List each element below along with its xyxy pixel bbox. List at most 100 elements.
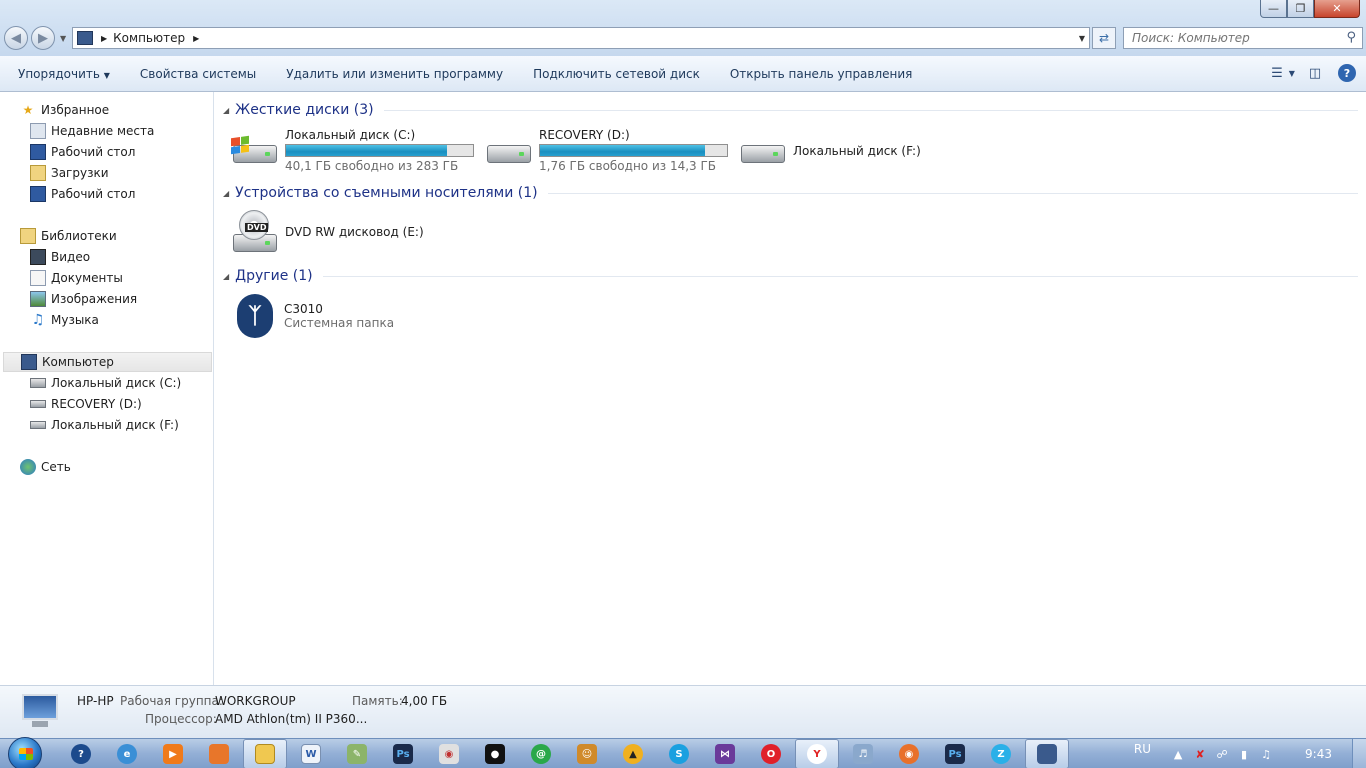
close-button[interactable]: ✕	[1314, 0, 1360, 18]
panda-icon: ●	[485, 744, 505, 764]
sidebar-item-computer[interactable]: Компьютер	[3, 352, 212, 372]
sidebar-item-music[interactable]: ♫ Музыка	[0, 310, 213, 330]
group-header-hard-drives[interactable]: ◢ Жесткие диски (3)	[223, 100, 1358, 120]
people-icon: ☺	[577, 744, 597, 764]
open-control-panel-button[interactable]: Открыть панель управления	[715, 67, 928, 81]
drive-tile-f[interactable]: Локальный диск (F:)	[739, 131, 921, 171]
yandex-browser-icon: Y	[807, 744, 827, 764]
breadcrumb-separator-icon[interactable]: ▶	[101, 34, 107, 43]
collapse-triangle-icon[interactable]: ◢	[223, 106, 229, 115]
sidebar-item-desktop[interactable]: Рабочий стол	[0, 142, 213, 162]
windows-orb-icon	[8, 737, 42, 768]
uninstall-program-button[interactable]: Удалить или изменить программу	[271, 67, 518, 81]
device-name: C3010	[284, 302, 323, 316]
recent-pages-dropdown[interactable]: ▼	[60, 34, 66, 43]
back-button[interactable]: ◀	[4, 26, 28, 50]
taskbar-yandex[interactable]: Y	[795, 739, 839, 768]
network-signal-icon[interactable]: ▮	[1233, 748, 1255, 761]
taskbar-skype[interactable]: S	[656, 739, 702, 768]
dvd-drive-tile[interactable]: DVD DVD RW дисковод (E:)	[231, 210, 424, 252]
taskbar-media-player[interactable]: ▶	[150, 739, 196, 768]
taskbar-app-21[interactable]: Z	[978, 739, 1024, 768]
photoshop-icon: Ps	[945, 744, 965, 764]
taskbar-help[interactable]: ?	[58, 739, 104, 768]
sidebar-item-label: Загрузки	[51, 166, 109, 180]
taskbar-explorer[interactable]	[243, 739, 287, 768]
network-icon	[20, 459, 36, 475]
drive-tile-d[interactable]: RECOVERY (D:) 1,76 ГБ свободно из 14,3 Г…	[485, 128, 728, 173]
address-bar[interactable]: ▶ Компьютер ▶ ▼	[72, 27, 1090, 49]
search-box[interactable]: ⚲	[1123, 27, 1363, 49]
taskbar-app-18[interactable]: ♬	[840, 739, 886, 768]
breadcrumb-separator-icon[interactable]: ▶	[193, 34, 199, 43]
dvd-drive-icon: DVD	[231, 210, 279, 252]
forward-button[interactable]: ▶	[31, 26, 55, 50]
taskbar-ie[interactable]: e	[104, 739, 150, 768]
maximize-button[interactable]: ❐	[1287, 0, 1314, 18]
memory-label: Память:	[352, 694, 403, 708]
view-options-icon[interactable]: ☰ ▼	[1271, 64, 1295, 82]
search-input[interactable]	[1132, 31, 1332, 45]
drive-tile-c[interactable]: Локальный диск (C:) 40,1 ГБ свободно из …	[231, 128, 474, 173]
taskbar-app-9[interactable]: ◉	[426, 739, 472, 768]
bluetooth-device-tile[interactable]: ᛉ C3010 Системная папка	[231, 294, 394, 338]
group-header-removable[interactable]: ◢ Устройства со съемными носителями (1)	[223, 183, 1358, 203]
sidebar-item-network[interactable]: Сеть	[0, 457, 213, 477]
windows-app-icon	[209, 744, 229, 764]
word-icon: W	[301, 744, 321, 764]
address-dropdown-icon[interactable]: ▼	[1079, 34, 1085, 43]
preview-pane-icon[interactable]: ◫	[1306, 64, 1324, 82]
taskbar-opera[interactable]: O	[748, 739, 794, 768]
start-button[interactable]	[6, 737, 44, 768]
collapse-triangle-icon[interactable]: ◢	[223, 272, 229, 281]
taskbar-app-10[interactable]: ●	[472, 739, 518, 768]
show-hidden-icons-icon[interactable]: ▲	[1167, 748, 1189, 761]
system-properties-button[interactable]: Свойства системы	[125, 67, 271, 81]
show-desktop-button[interactable]	[1352, 739, 1366, 768]
help-icon[interactable]: ?	[1338, 64, 1356, 82]
sidebar-item-drive-f[interactable]: Локальный диск (F:)	[0, 415, 213, 435]
navigation-pane: ★ Избранное Недавние места Рабочий стол …	[0, 92, 214, 685]
sidebar-item-drive-c[interactable]: Локальный диск (C:)	[0, 373, 213, 393]
sidebar-item-pictures[interactable]: Изображения	[0, 289, 213, 309]
taskbar-app-11[interactable]: @	[518, 739, 564, 768]
drive-free-space: 1,76 ГБ свободно из 14,3 ГБ	[539, 159, 717, 173]
sidebar-item-video[interactable]: Видео	[0, 247, 213, 267]
clock[interactable]: 9:43	[1305, 747, 1332, 761]
taskbar-word[interactable]: W	[288, 739, 334, 768]
volume-icon[interactable]: ♫	[1255, 748, 1277, 761]
taskbar-visual-studio[interactable]: ⋈	[702, 739, 748, 768]
sidebar-item-drive-d[interactable]: RECOVERY (D:)	[0, 394, 213, 414]
search-icon[interactable]: ⚲	[1346, 30, 1356, 45]
computer-icon	[21, 354, 37, 370]
taskbar-app-22[interactable]	[1025, 739, 1069, 768]
taskbar-app-4[interactable]	[196, 739, 242, 768]
organize-label: Упорядочить	[18, 66, 100, 81]
group-divider	[322, 275, 1358, 277]
collapse-triangle-icon[interactable]: ◢	[223, 189, 229, 198]
sidebar-item-desktop-2[interactable]: Рабочий стол	[0, 184, 213, 204]
group-header-other[interactable]: ◢ Другие (1)	[223, 266, 1358, 286]
sidebar-item-libraries[interactable]: Библиотеки	[0, 226, 213, 246]
sidebar-item-favorites[interactable]: ★ Избранное	[0, 100, 213, 120]
taskbar-photoshop-2[interactable]: Ps	[932, 739, 978, 768]
organize-button[interactable]: Упорядочить ▼	[0, 67, 125, 81]
sidebar-item-downloads[interactable]: Загрузки	[0, 163, 213, 183]
taskbar-app-7[interactable]: ✎	[334, 739, 380, 768]
antivirus-icon[interactable]: ✘	[1189, 748, 1211, 761]
language-indicator[interactable]: RU	[1134, 742, 1151, 756]
minimize-button[interactable]: —	[1260, 0, 1287, 18]
taskbar-photoshop[interactable]: Ps	[380, 739, 426, 768]
taskbar-firefox[interactable]: ◉	[886, 739, 932, 768]
cpu-value: AMD Athlon(tm) II P360...	[215, 712, 368, 726]
skype-icon: S	[669, 744, 689, 764]
breadcrumb-computer[interactable]: Компьютер	[113, 31, 185, 45]
refresh-button[interactable]: ⇄	[1092, 27, 1116, 49]
sidebar-item-documents[interactable]: Документы	[0, 268, 213, 288]
map-network-drive-button[interactable]: Подключить сетевой диск	[518, 67, 715, 81]
taskbar-apps: ? e ▶ W ✎ Ps ◉ ● @ ☺ ▲ S ⋈ O Y ♬ ◉ Ps Z	[58, 739, 1070, 768]
taskbar-app-13[interactable]: ▲	[610, 739, 656, 768]
taskbar-app-12[interactable]: ☺	[564, 739, 610, 768]
sidebar-item-recent-places[interactable]: Недавние места	[0, 121, 213, 141]
power-icon[interactable]: ☍	[1211, 748, 1233, 761]
